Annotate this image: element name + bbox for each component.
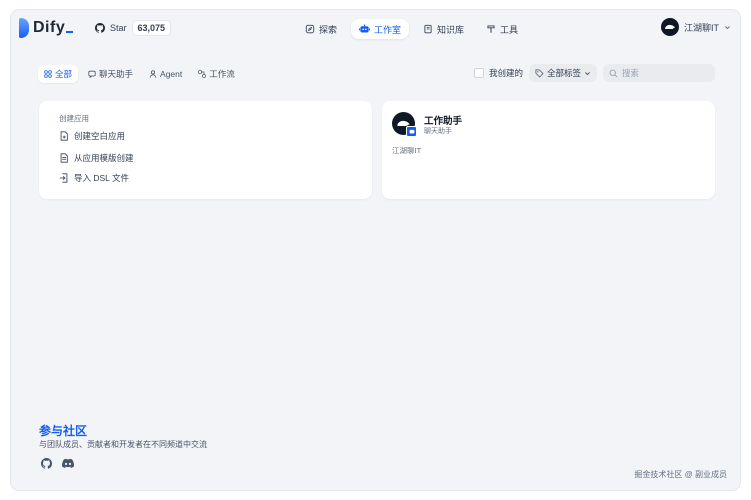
tab-chat-assistant-label: 聊天助手 (99, 69, 134, 79)
avatar (661, 18, 679, 36)
app-type-tabs: 全部 聊天助手 Agent 工作流 (38, 65, 241, 83)
tab-all[interactable]: 全部 (38, 65, 79, 83)
import-dsl-label: 导入 DSL 文件 (74, 173, 129, 183)
github-star-count: 63,075 (131, 20, 172, 36)
community-description: 与团队成员、贡献者和开发者在不同频道中交流 (39, 440, 207, 449)
community-links (41, 458, 74, 469)
file-plus-icon (59, 131, 69, 141)
compass-icon (305, 24, 315, 34)
search-box[interactable] (603, 64, 715, 82)
search-input[interactable] (622, 68, 712, 78)
agent-icon (149, 70, 157, 78)
tag-icon (535, 69, 544, 78)
nav-explore[interactable]: 探索 (297, 19, 345, 39)
create-from-template-label: 从应用模版创建 (74, 153, 134, 163)
nav-studio-label: 工作室 (374, 24, 402, 35)
tag-filter-dropdown[interactable]: 全部标签 (528, 64, 597, 82)
book-icon (423, 24, 433, 34)
github-star-label: Star (110, 23, 127, 33)
nav-knowledge[interactable]: 知识库 (415, 19, 472, 39)
workflow-icon (198, 70, 206, 78)
app-icon (392, 112, 417, 137)
nav-explore-label: 探索 (319, 24, 338, 35)
nav-knowledge-label: 知识库 (437, 24, 465, 35)
create-from-template-button[interactable]: 从应用模版创建 (59, 152, 134, 164)
template-icon (59, 153, 69, 163)
nav-tools[interactable]: 工具 (478, 19, 526, 39)
chevron-down-icon (584, 70, 591, 77)
github-icon[interactable] (41, 458, 52, 469)
my-created-checkbox[interactable] (473, 68, 484, 78)
github-star-widget[interactable]: Star 63,075 (95, 20, 172, 36)
app-description: 江湖聊IT (392, 146, 422, 155)
tab-workflow-label: 工作流 (209, 69, 235, 79)
tab-agent[interactable]: Agent (143, 65, 188, 83)
my-created-label: 我创建的 (488, 68, 523, 78)
app-type: 聊天助手 (424, 128, 452, 135)
discord-icon[interactable] (62, 458, 74, 469)
create-app-title: 创建应用 (59, 114, 89, 123)
chat-icon (88, 70, 96, 78)
chat-badge-icon (406, 126, 417, 137)
my-created-filter[interactable]: 我创建的 (473, 67, 523, 79)
nav-tools-label: 工具 (500, 24, 519, 35)
hammer-icon (486, 24, 496, 34)
app-name: 工作助手 (424, 116, 463, 127)
dify-logo[interactable]: Dify (19, 18, 74, 38)
filter-tools: 我创建的 全部标签 (473, 64, 715, 82)
import-dsl-button[interactable]: 导入 DSL 文件 (59, 172, 129, 184)
import-icon (59, 173, 69, 183)
main-nav: 探索 工作室 知识库 工具 (297, 19, 526, 39)
create-app-card: 创建应用 创建空白应用 从应用模版创建 导入 DSL 文件 (39, 101, 372, 199)
robot-icon (359, 24, 371, 34)
app-card[interactable]: 工作助手 聊天助手 江湖聊IT (382, 101, 715, 199)
community-title: 参与社区 (39, 424, 88, 438)
create-blank-app-button[interactable]: 创建空白应用 (59, 130, 125, 142)
create-blank-app-label: 创建空白应用 (74, 131, 126, 141)
tab-chat-assistant[interactable]: 聊天助手 (82, 65, 139, 83)
dify-logo-mark (19, 18, 29, 38)
tab-agent-label: Agent (160, 69, 183, 79)
top-header: Dify Star 63,075 探索 工作室 知识库 工具 江湖聊IT (11, 10, 740, 48)
tab-all-label: 全部 (55, 69, 73, 79)
dify-logo-text: Dify (33, 19, 74, 37)
user-name: 江湖聊IT (684, 22, 719, 33)
tab-workflow[interactable]: 工作流 (192, 65, 241, 83)
app-window: Dify Star 63,075 探索 工作室 知识库 工具 江湖聊IT 全部 … (11, 10, 740, 490)
github-icon (95, 23, 105, 33)
nav-studio[interactable]: 工作室 (351, 19, 410, 39)
watermark: 掘金技术社区 @ 副业成员 (634, 470, 727, 479)
grid-icon (44, 70, 52, 78)
search-icon (609, 69, 618, 78)
user-menu[interactable]: 江湖聊IT (661, 18, 731, 36)
chevron-down-icon (724, 24, 731, 31)
tag-filter-label: 全部标签 (546, 68, 581, 78)
